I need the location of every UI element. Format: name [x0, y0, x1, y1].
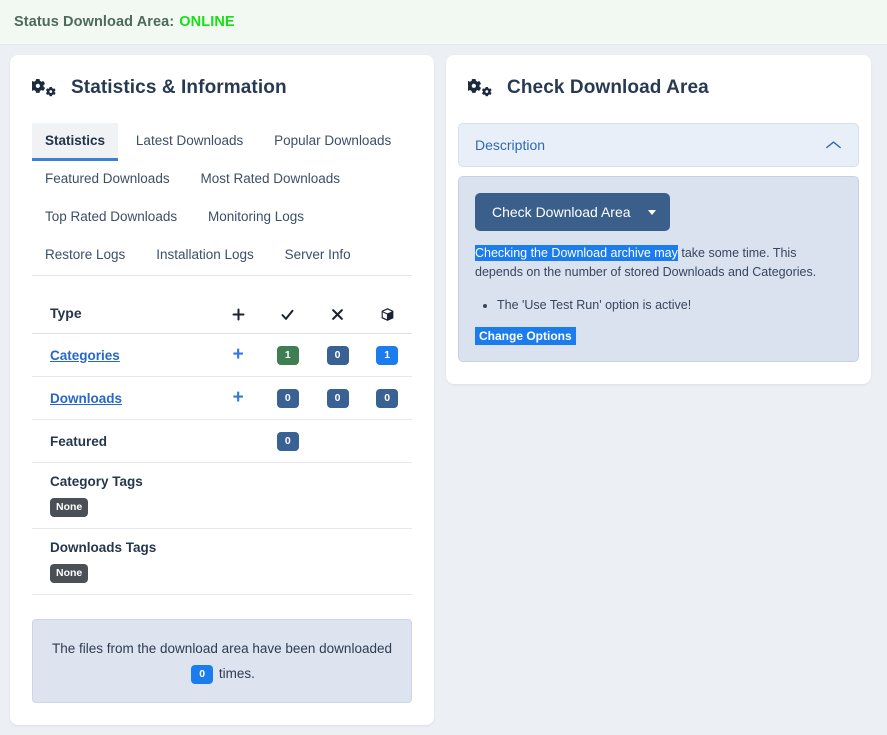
column-header-type: Type	[50, 305, 82, 322]
plus-icon	[231, 305, 246, 321]
cogs-icon	[468, 77, 492, 99]
main-content-row: Statistics & Information Statistics Late…	[0, 45, 887, 735]
badge-downloads-archive: 0	[376, 388, 399, 408]
description-text: Checking the Download archive may take s…	[475, 244, 842, 282]
table-row-category-tags: Category Tags None	[32, 462, 412, 529]
accordion-header-label: Description	[475, 137, 546, 153]
badge-categories-inactive: 0	[326, 345, 349, 365]
column-header-add	[213, 294, 264, 334]
status-badge: ONLINE	[179, 14, 235, 30]
box-icon	[380, 305, 395, 321]
description-bullets: The 'Use Test Run' option is active!	[475, 295, 842, 315]
table-row: Categories + 1 0 1	[32, 333, 412, 377]
check-download-area-button-label: Check Download Area	[492, 204, 631, 220]
tab-featured-downloads[interactable]: Featured Downloads	[32, 161, 183, 199]
tab-popular-downloads[interactable]: Popular Downloads	[261, 123, 404, 161]
row-label-featured: Featured	[50, 433, 108, 449]
change-options-link[interactable]: Change Options	[475, 327, 576, 345]
tab-restore-logs[interactable]: Restore Logs	[32, 237, 138, 275]
accordion-body: Check Download Area Checking the Downloa…	[458, 176, 859, 362]
tab-most-rated-downloads[interactable]: Most Rated Downloads	[187, 161, 353, 199]
download-count-info: The files from the download area have be…	[32, 618, 412, 703]
check-download-area-title: Check Download Area	[507, 77, 709, 98]
table-row-downloads-tags: Downloads Tags None	[32, 528, 412, 595]
tab-statistics[interactable]: Statistics	[32, 123, 119, 161]
badge-categories-active: 1	[276, 345, 299, 365]
tab-top-rated-downloads[interactable]: Top Rated Downloads	[32, 199, 190, 237]
tab-server-info[interactable]: Server Info	[272, 237, 364, 275]
statistics-card: Statistics & Information Statistics Late…	[10, 55, 434, 725]
download-count-text-after: times.	[218, 665, 255, 681]
row-label-category-tags: Category Tags	[50, 473, 143, 489]
tab-latest-downloads[interactable]: Latest Downloads	[123, 123, 256, 161]
download-count-badge: 0	[191, 664, 214, 684]
add-category-button[interactable]: +	[233, 344, 244, 365]
badge-downloads-inactive: 0	[326, 388, 349, 408]
column-header-archive	[362, 294, 412, 334]
page-title: Statistics & Information	[71, 77, 287, 98]
column-header-inactive	[312, 294, 363, 334]
tab-monitoring-logs[interactable]: Monitoring Logs	[195, 199, 317, 237]
badge-downloads-active: 0	[276, 388, 299, 408]
cogs-icon	[32, 77, 56, 99]
check-icon	[280, 305, 295, 321]
tab-installation-logs[interactable]: Installation Logs	[143, 237, 267, 275]
download-count-text-before: The files from the download area have be…	[52, 640, 392, 656]
check-download-area-card: Check Download Area Description Check Do…	[446, 55, 871, 384]
badge-downloads-tags: None	[50, 563, 89, 583]
list-item: The 'Use Test Run' option is active!	[497, 295, 842, 315]
badge-featured-count: 0	[276, 431, 299, 451]
statistics-table: Type Categories + 1 0 1 Downloads + 0 0 …	[32, 294, 412, 595]
status-bar: Status Download Area: ONLINE	[0, 0, 887, 45]
column-header-active	[263, 294, 313, 334]
table-header-row: Type	[32, 294, 412, 334]
chevron-up-icon[interactable]	[825, 140, 842, 150]
badge-categories-archive: 1	[376, 345, 399, 365]
description-selected-text: Checking the Download archive may	[475, 245, 678, 261]
statistics-card-header: Statistics & Information	[10, 55, 434, 109]
caret-down-icon	[647, 209, 656, 215]
description-accordion: Description Check Download Area Checking…	[446, 109, 871, 384]
check-download-area-button[interactable]: Check Download Area	[475, 193, 670, 231]
table-row-featured: Featured 0	[32, 419, 412, 463]
row-label-downloads-tags: Downloads Tags	[50, 539, 157, 555]
table-row: Downloads + 0 0 0	[32, 376, 412, 420]
status-bar-label: Status Download Area:	[14, 14, 175, 30]
row-link-categories[interactable]: Categories	[50, 348, 120, 363]
accordion-header-description[interactable]: Description	[458, 123, 859, 167]
row-link-downloads[interactable]: Downloads	[50, 391, 122, 406]
times-icon	[330, 305, 345, 321]
check-download-area-dropdown-toggle[interactable]	[644, 199, 670, 226]
badge-category-tags: None	[50, 497, 89, 517]
check-card-header: Check Download Area	[446, 55, 871, 109]
add-download-button[interactable]: +	[233, 387, 244, 408]
statistics-tabs: Statistics Latest Downloads Popular Down…	[32, 123, 412, 276]
